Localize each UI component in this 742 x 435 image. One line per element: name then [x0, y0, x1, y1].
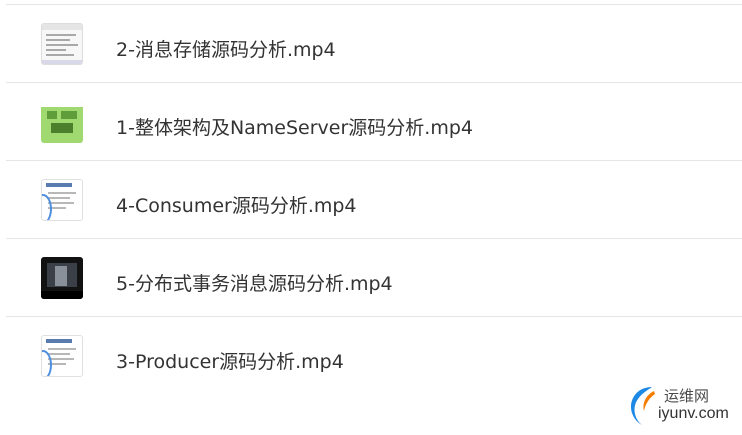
file-name[interactable]: 1-整体架构及NameServer源码分析.mp4: [116, 113, 473, 140]
watermark-cn: 运维网: [664, 387, 710, 405]
divider: [6, 238, 742, 239]
file-name[interactable]: 3-Producer源码分析.mp4: [116, 347, 344, 374]
list-item[interactable]: 5-分布式事务消息源码分析.mp4: [0, 238, 742, 316]
divider: [6, 4, 742, 5]
list-item[interactable]: 4-Consumer源码分析.mp4: [0, 160, 742, 238]
slide-thumbnail: [41, 179, 83, 221]
file-name[interactable]: 2-消息存储源码分析.mp4: [116, 35, 336, 62]
divider: [6, 316, 742, 317]
slide-thumbnail: [41, 335, 83, 377]
dark-video-thumbnail: [41, 257, 83, 299]
list-item[interactable]: 2-消息存储源码分析.mp4: [0, 4, 742, 82]
green-slide-thumbnail: [41, 101, 83, 143]
file-name[interactable]: 5-分布式事务消息源码分析.mp4: [116, 269, 393, 296]
file-name[interactable]: 4-Consumer源码分析.mp4: [116, 191, 357, 218]
doc-thumbnail: [41, 23, 83, 65]
divider: [6, 82, 742, 83]
watermark: 运维网 iyunv.com: [624, 381, 734, 429]
watermark-en: iyunv.com: [658, 405, 729, 422]
divider: [6, 160, 742, 161]
list-item[interactable]: 1-整体架构及NameServer源码分析.mp4: [0, 82, 742, 160]
